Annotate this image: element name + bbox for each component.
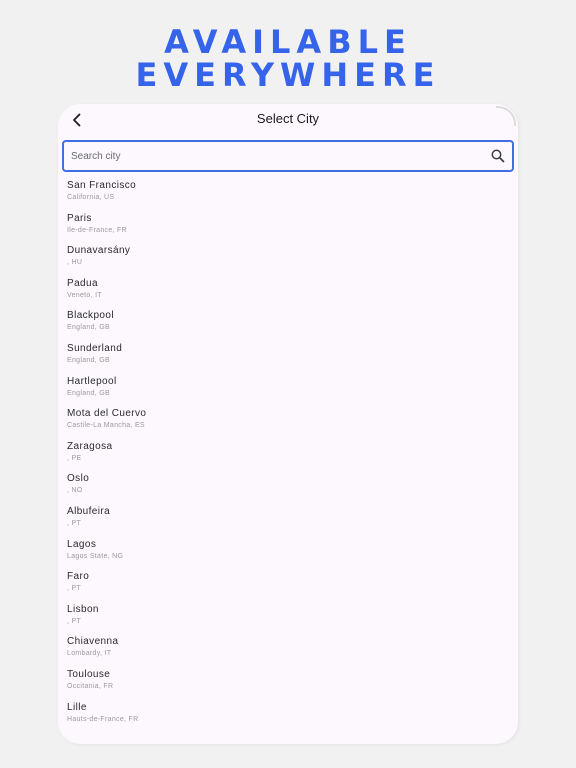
city-region: , PT: [67, 617, 82, 625]
city-name: Mota del Cuervo: [67, 408, 147, 420]
city-name: Toulouse: [67, 668, 111, 680]
list-item[interactable]: Chiavenna Lombardy, IT: [67, 636, 507, 669]
city-region: Ile-de-France, FR: [67, 226, 127, 234]
list-item[interactable]: Lisbon , PT: [67, 604, 507, 637]
city-region: Lagos State, NG: [67, 552, 124, 560]
list-item[interactable]: Paris Ile-de-France, FR: [67, 213, 507, 246]
city-name: Sunderland: [67, 342, 123, 354]
city-name: Lagos: [67, 538, 97, 550]
city-region: England, GB: [67, 324, 110, 332]
city-region: , PT: [67, 585, 82, 593]
city-name: Faro: [67, 571, 90, 583]
list-item[interactable]: Oslo , NO: [67, 473, 507, 506]
search-input[interactable]: [69, 149, 473, 163]
city-name: Zaragosa: [67, 440, 113, 452]
city-name: Chiavenna: [67, 636, 119, 648]
list-item[interactable]: Faro , PT: [67, 571, 507, 604]
city-name: Lisbon: [67, 603, 99, 615]
list-item[interactable]: Albufeira , PT: [67, 506, 507, 539]
city-region: England, GB: [67, 356, 110, 364]
page-title: Select City: [256, 111, 320, 126]
list-item[interactable]: Toulouse Occitania, FR: [67, 669, 507, 702]
city-region: Lombardy, IT: [67, 650, 112, 658]
city-name: Lille: [67, 701, 87, 713]
city-region: , HU: [67, 259, 83, 267]
list-item[interactable]: San Francisco California, US: [67, 180, 507, 213]
city-name: Dunavarsány: [67, 245, 131, 257]
device-screen: Select City San Francisco California, US P…: [58, 104, 518, 744]
city-region: Castile-La Mancha, ES: [67, 422, 145, 430]
list-item[interactable]: Zaragosa , PE: [67, 441, 507, 474]
city-region: , NO: [67, 487, 83, 495]
city-name: Albufeira: [67, 505, 111, 517]
city-region: Veneto, IT: [67, 291, 102, 299]
city-region: , PE: [67, 454, 82, 462]
list-item[interactable]: Hartlepool England, GB: [67, 376, 507, 409]
headline-line-2: EVERYWHERE: [135, 56, 441, 94]
city-list: San Francisco California, US Paris Ile-de-F…: [67, 180, 507, 734]
city-region: , PT: [67, 519, 82, 527]
list-item[interactable]: Sunderland England, GB: [67, 343, 507, 376]
list-item[interactable]: Lille Hauts-de-France, FR: [67, 702, 507, 735]
city-name: San Francisco: [67, 180, 137, 191]
search-icon[interactable]: [490, 148, 506, 164]
city-region: Hauts-de-France, FR: [67, 715, 139, 723]
headline-line-1: AVAILABLE: [164, 23, 412, 61]
list-item[interactable]: Dunavarsány , HU: [67, 245, 507, 278]
top-app-bar: Select City: [58, 104, 518, 134]
city-region: England, GB: [67, 389, 110, 397]
list-item[interactable]: Padua Veneto, IT: [67, 278, 507, 311]
city-region: Occitania, FR: [67, 682, 114, 690]
search-field[interactable]: [62, 140, 514, 172]
city-name: Blackpool: [67, 310, 114, 322]
city-name: Paris: [67, 212, 92, 224]
list-item[interactable]: Blackpool England, GB: [67, 310, 507, 343]
city-name: Padua: [67, 277, 98, 289]
list-item[interactable]: Mota del Cuervo Castile-La Mancha, ES: [67, 408, 507, 441]
city-region: California, US: [67, 194, 115, 201]
list-item[interactable]: Lagos Lagos State, NG: [67, 539, 507, 572]
city-name: Hartlepool: [67, 375, 117, 387]
city-name: Oslo: [67, 473, 90, 485]
